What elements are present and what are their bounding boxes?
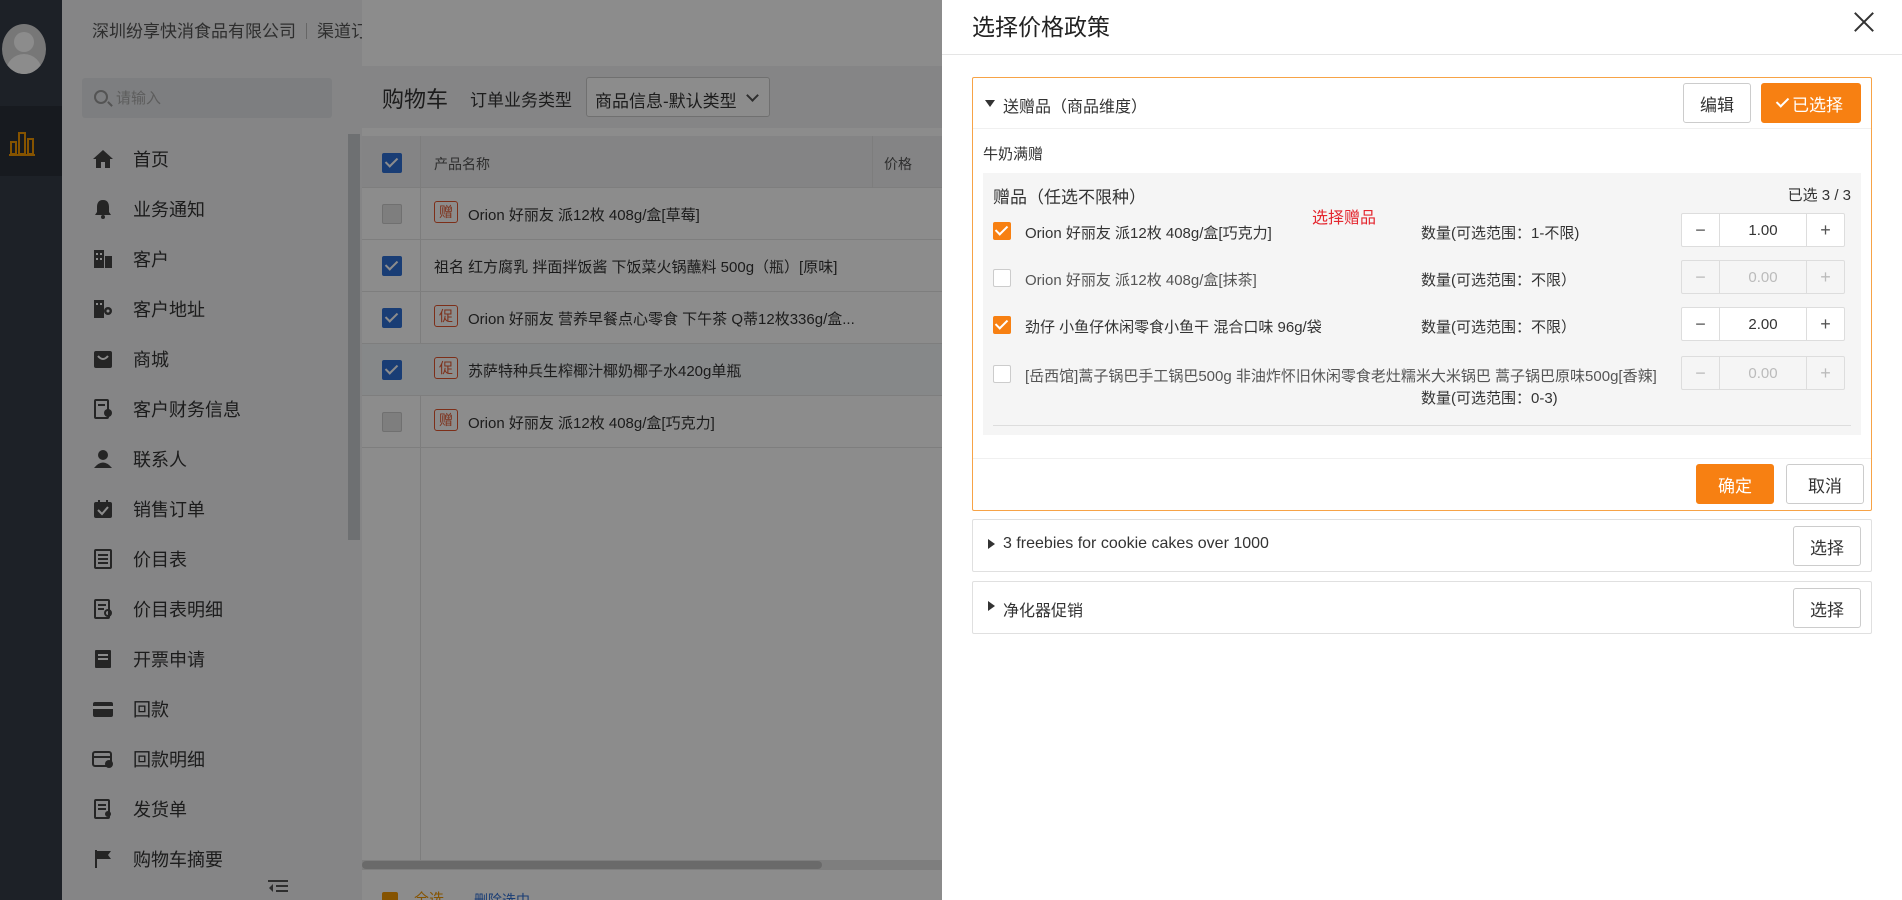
- gift-name: [岳西馆]蒿子锅巴手工锅巴500g 非油炸怀旧休闲零食老灶糯米大米锅巴 蒿子锅巴…: [1025, 368, 1657, 385]
- caret-right-icon[interactable]: [988, 539, 995, 549]
- price-policy-drawer: 选择价格政策 送赠品（商品维度） 编辑 已选择 牛奶满赠 赠品（任选不限种） 已…: [942, 0, 1902, 900]
- cancel-button[interactable]: 取消: [1786, 464, 1864, 504]
- gift-qty-range: 数量(可选范围：0-3): [1421, 390, 1558, 407]
- plus-icon[interactable]: +: [1806, 308, 1844, 340]
- policy-name: 净化器促销: [1003, 603, 1084, 620]
- policy-card-gift: 送赠品（商品维度） 编辑 已选择 牛奶满赠 赠品（任选不限种） 已选 3 / 3…: [972, 77, 1872, 511]
- policy-footer: 确定 取消: [973, 458, 1871, 510]
- gift-panel-divider: [993, 425, 1851, 426]
- gift-qty-range: 数量(可选范围：不限）: [1421, 319, 1576, 336]
- quantity-stepper: − +: [1681, 356, 1845, 390]
- caret-down-icon[interactable]: [985, 100, 995, 107]
- gift-name: Orion 好丽友 派12枚 408g/盒[抹茶]: [1025, 272, 1257, 289]
- minus-icon: −: [1682, 357, 1720, 389]
- gift-checkbox[interactable]: [993, 222, 1011, 240]
- close-icon[interactable]: [1852, 10, 1876, 34]
- gift-selection-panel: 赠品（任选不限种） 已选 3 / 3 Orion 好丽友 派12枚 408g/盒…: [983, 173, 1861, 435]
- gift-selected-count: 已选 3 / 3: [1787, 187, 1851, 204]
- gift-name: Orion 好丽友 派12枚 408g/盒[巧克力]: [1025, 225, 1272, 242]
- quantity-input[interactable]: [1720, 214, 1806, 246]
- policy-header[interactable]: 净化器促销 选择: [973, 582, 1871, 632]
- select-button[interactable]: 选择: [1793, 588, 1861, 628]
- plus-icon[interactable]: +: [1806, 214, 1844, 246]
- quantity-stepper: − +: [1681, 260, 1845, 294]
- quantity-input[interactable]: [1720, 308, 1806, 340]
- quantity-stepper: − +: [1681, 213, 1845, 247]
- policy-name: 3 freebies for cookie cakes over 1000: [1003, 535, 1269, 552]
- policy-subtitle: 牛奶满赠: [983, 146, 1044, 163]
- gift-qty-range: 数量(可选范围：1-不限): [1421, 225, 1580, 242]
- quantity-input: [1720, 357, 1806, 389]
- policy-header[interactable]: 送赠品（商品维度） 编辑 已选择: [973, 78, 1871, 128]
- edit-button[interactable]: 编辑: [1683, 83, 1751, 123]
- policy-name: 送赠品（商品维度）: [1003, 99, 1148, 116]
- minus-icon[interactable]: −: [1682, 214, 1720, 246]
- confirm-button[interactable]: 确定: [1696, 464, 1774, 504]
- select-gift-hint: 选择赠品: [1312, 210, 1377, 227]
- plus-icon: +: [1806, 357, 1844, 389]
- drawer-divider: [942, 54, 1902, 55]
- select-button[interactable]: 选择: [1793, 526, 1861, 566]
- minus-icon[interactable]: −: [1682, 308, 1720, 340]
- policy-card-purifier: 净化器促销 选择: [972, 581, 1872, 634]
- selected-button-label: 已选择: [1792, 95, 1843, 115]
- selected-button[interactable]: 已选择: [1761, 83, 1861, 123]
- quantity-input: [1720, 261, 1806, 293]
- gift-checkbox[interactable]: [993, 365, 1011, 383]
- quantity-stepper: − +: [1681, 307, 1845, 341]
- gift-checkbox[interactable]: [993, 269, 1011, 287]
- policy-header[interactable]: 3 freebies for cookie cakes over 1000 选择: [973, 520, 1871, 570]
- policy-card-cookie: 3 freebies for cookie cakes over 1000 选择: [972, 519, 1872, 572]
- gift-panel-title: 赠品（任选不限种）: [993, 188, 1146, 207]
- minus-icon: −: [1682, 261, 1720, 293]
- drawer-title: 选择价格政策: [972, 14, 1110, 40]
- gift-qty-range: 数量(可选范围：不限）: [1421, 272, 1576, 289]
- caret-right-icon[interactable]: [988, 601, 995, 611]
- gift-checkbox[interactable]: [993, 316, 1011, 334]
- check-icon: [1775, 94, 1790, 108]
- plus-icon: +: [1806, 261, 1844, 293]
- gift-name: 劲仔 小鱼仔休闲零食小鱼干 混合口味 96g/袋: [1025, 319, 1322, 336]
- policy-body: 牛奶满赠 赠品（任选不限种） 已选 3 / 3 Orion 好丽友 派12枚 4…: [973, 128, 1871, 458]
- modal-backdrop[interactable]: [0, 0, 942, 900]
